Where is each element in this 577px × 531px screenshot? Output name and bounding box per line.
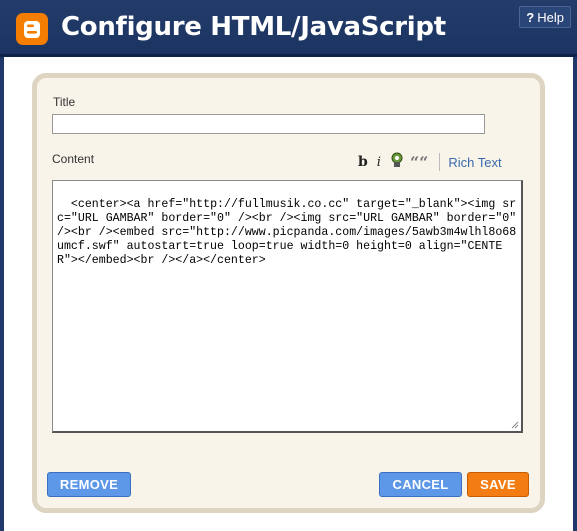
cancel-button[interactable]: CANCEL (379, 472, 462, 497)
remove-button[interactable]: REMOVE (47, 472, 131, 497)
help-button[interactable]: ? Help (519, 6, 571, 28)
window-frame-left (0, 57, 4, 531)
title-label: Title (53, 95, 76, 109)
toolbar-divider (439, 153, 441, 171)
blogger-logo-icon (16, 13, 48, 45)
question-icon: ? (526, 10, 535, 25)
quote-button[interactable]: ““ (410, 153, 428, 172)
title-input[interactable] (52, 114, 485, 134)
window-frame-right (573, 57, 577, 531)
help-label: Help (537, 10, 564, 25)
link-icon[interactable] (390, 152, 404, 172)
dialog-title: Configure HTML/JavaScript (61, 12, 446, 42)
italic-button[interactable]: i (377, 155, 381, 170)
resize-grip-icon[interactable] (511, 421, 519, 429)
rich-text-link[interactable]: Rich Text (448, 155, 501, 170)
content-text: <center><a href="http://fullmusik.co.cc"… (57, 198, 524, 267)
content-textarea[interactable]: <center><a href="http://fullmusik.co.cc"… (52, 180, 523, 433)
bold-button[interactable]: b (358, 154, 368, 170)
save-button[interactable]: SAVE (467, 472, 529, 497)
title-bar: Configure HTML/JavaScript ? Help (0, 0, 577, 57)
editor-toolbar: b i ““ Rich Text (358, 152, 502, 172)
content-label: Content (52, 152, 95, 166)
